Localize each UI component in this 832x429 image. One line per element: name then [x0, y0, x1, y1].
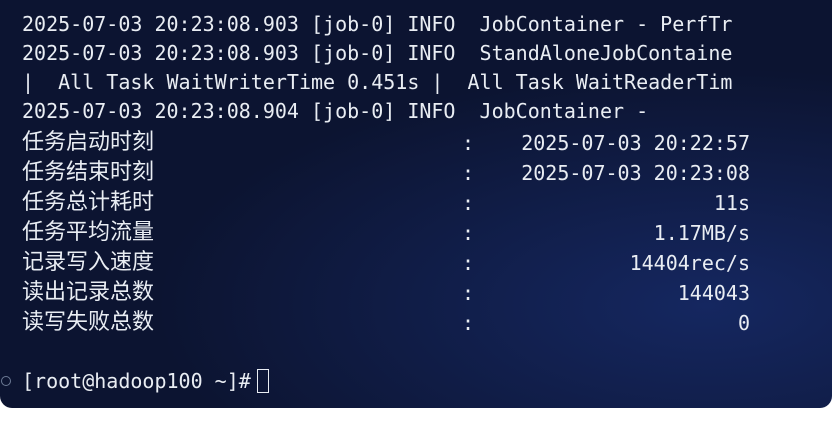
stat-colon: :: [462, 161, 475, 185]
stat-label: 读写失败总数: [22, 310, 155, 335]
stat-colon: :: [462, 131, 475, 155]
log-line: 2025-07-03 20:23:08.904 [job-0] INFO Job…: [22, 99, 649, 123]
stat-row-total-duration: 任务总计耗时 : 11s: [22, 189, 762, 217]
stat-row-end-time: 任务结束时刻 : 2025-07-03 20:23:08: [22, 159, 762, 187]
stat-row-avg-throughput: 任务平均流量 : 1.17MB/s: [22, 219, 762, 247]
stat-row-write-speed: 记录写入速度 : 14404rec/s: [22, 249, 762, 277]
stat-row-read-count: 读出记录总数 : 144043: [22, 279, 762, 307]
stat-colon: :: [462, 311, 475, 335]
stat-label: 记录写入速度: [22, 250, 155, 275]
stat-value: 11s: [713, 191, 750, 215]
shell-prompt[interactable]: [root@hadoop100 ~]#: [22, 368, 269, 394]
stat-label: 任务结束时刻: [22, 160, 155, 185]
log-line: 2025-07-03 20:23:08.903 [job-0] INFO Sta…: [22, 41, 733, 65]
stat-value: 1.17MB/s: [653, 221, 750, 245]
stat-label: 任务总计耗时: [22, 190, 155, 215]
log-line: | All Task WaitWriterTime 0.451s | All T…: [22, 70, 733, 94]
stat-colon: :: [462, 191, 475, 215]
stat-value: 0: [737, 311, 750, 335]
terminal-window[interactable]: 2025-07-03 20:23:08.903 [job-0] INFO Job…: [0, 0, 832, 408]
prompt-status-icon: [1, 376, 11, 386]
stat-colon: :: [462, 251, 475, 275]
stat-colon: :: [462, 221, 475, 245]
text-cursor: [256, 369, 269, 393]
stat-row-fail-count: 读写失败总数 : 0: [22, 309, 762, 337]
stat-label: 任务启动时刻: [22, 130, 155, 155]
stat-value: 2025-07-03 20:22:57: [521, 131, 750, 155]
stat-value: 144043: [677, 281, 750, 305]
stat-value: 2025-07-03 20:23:08: [521, 161, 750, 185]
stat-value: 14404rec/s: [629, 251, 750, 275]
log-line: 2025-07-03 20:23:08.903 [job-0] INFO Job…: [22, 12, 733, 36]
stat-row-start-time: 任务启动时刻 : 2025-07-03 20:22:57: [22, 129, 762, 157]
stat-colon: :: [462, 281, 475, 305]
stat-label: 读出记录总数: [22, 280, 155, 305]
prompt-text: [root@hadoop100 ~]#: [22, 369, 251, 393]
stat-label: 任务平均流量: [22, 220, 155, 245]
